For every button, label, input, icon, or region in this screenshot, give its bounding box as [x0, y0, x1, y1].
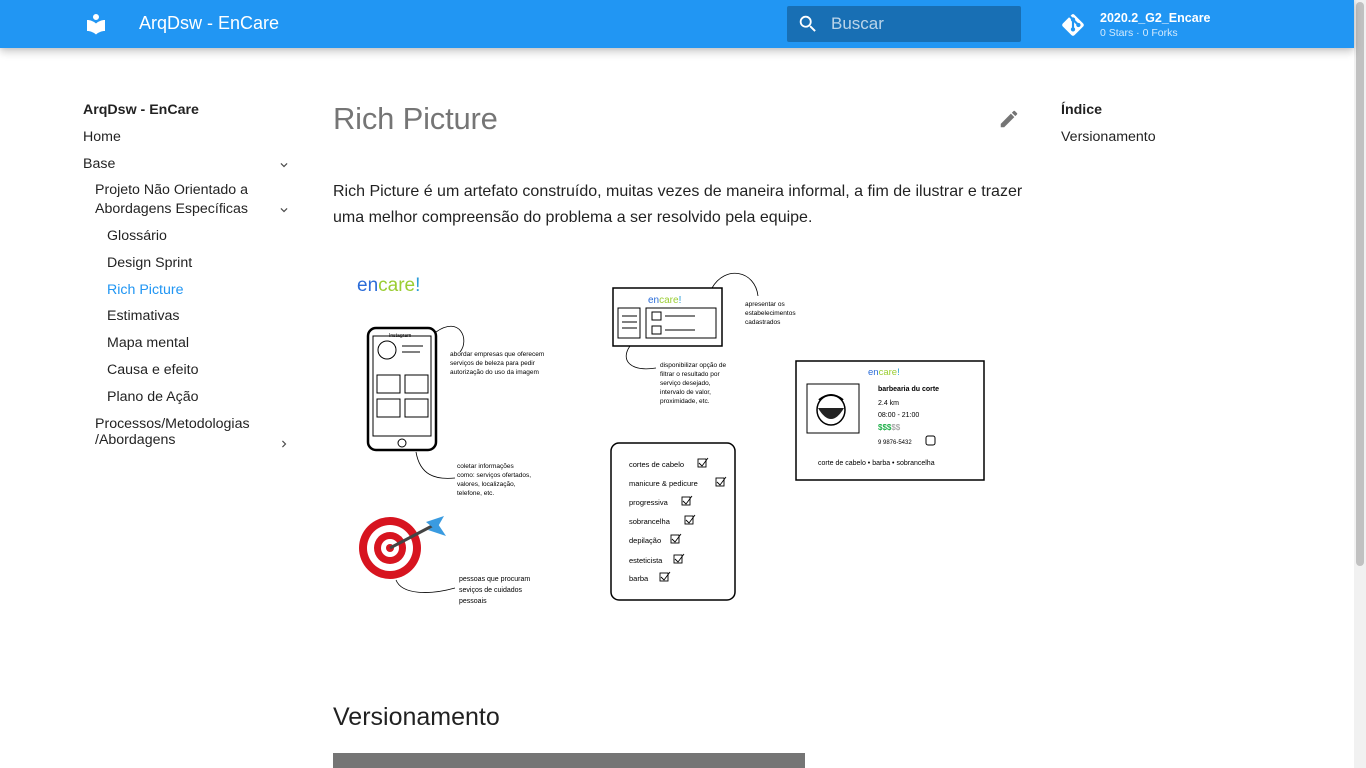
scrollbar-thumb[interactable] — [1356, 2, 1364, 566]
services-checklist-drawing: cortes de cabelo manicure & pedicure pro… — [610, 442, 736, 601]
rich-picture-image: encare! Instagram abordar empresas que o… — [357, 272, 985, 605]
svg-text:encare!: encare! — [648, 295, 681, 306]
chevron-down-icon[interactable] — [277, 203, 291, 217]
note-abordar: abordar empresas que oferecem serviços d… — [450, 351, 546, 376]
toc-title: Índice — [1061, 102, 1102, 118]
nav-item-projeto-line1: Projeto Não Orientado a — [95, 182, 249, 198]
nav-item-base[interactable]: Base — [83, 156, 115, 172]
repo-link[interactable]: 2020.2_G2_Encare 0 Stars · 0 Forks — [1060, 10, 1320, 40]
note-coletar: coletar informações como: serviços ofert… — [457, 463, 533, 497]
nav-item-estimativas[interactable]: Estimativas — [107, 308, 180, 324]
site-title[interactable]: ArqDsw - EnCare — [139, 13, 279, 34]
intro-line-2: uma melhor compreensão do problema a ser… — [333, 209, 813, 226]
note-filtrar: disponibilizar opção de filtrar o result… — [660, 362, 728, 405]
version-table-header — [333, 753, 805, 768]
note-pessoas: pessoas que procuram seviços de cuidados… — [459, 576, 532, 605]
nav-item-rich-picture[interactable]: Rich Picture — [107, 282, 183, 298]
versionamento-heading: Versionamento — [333, 703, 500, 731]
toc-item-versionamento[interactable]: Versionamento — [1061, 129, 1156, 145]
nav-item-plano-acao[interactable]: Plano de Ação — [107, 389, 199, 405]
shop-card-drawing: encare! barbearia du corte 2.4 km 08:00 … — [795, 360, 985, 481]
intro-line-1: Rich Picture é um artefato construído, m… — [333, 183, 1023, 200]
repo-name: 2020.2_G2_Encare — [1100, 11, 1211, 25]
phone-drawing: Instagram — [366, 326, 438, 452]
book-logo-icon[interactable] — [84, 12, 108, 36]
nav-item-causa-efeito[interactable]: Causa e efeito — [107, 362, 199, 378]
svg-text:$$$$$: $$$$$ — [878, 423, 901, 432]
page-title: Rich Picture — [333, 101, 498, 136]
nav-item-design-sprint[interactable]: Design Sprint — [107, 255, 192, 271]
nav-item-projeto-line2: Abordagens Específicas — [95, 201, 249, 217]
git-icon — [1062, 14, 1084, 36]
nav-title: ArqDsw - EnCare — [83, 102, 199, 118]
chevron-down-icon[interactable] — [277, 158, 291, 172]
logo-care: care — [378, 275, 415, 296]
search-box[interactable] — [787, 6, 1021, 42]
repo-facts: 0 Stars · 0 Forks — [1100, 27, 1178, 39]
nav-item-processos-line1: Processos/Metodologias — [95, 416, 250, 432]
page-scrollbar[interactable] — [1354, 0, 1366, 768]
svg-text:9 9876-5432: 9 9876-5432 — [878, 440, 912, 446]
search-input[interactable] — [831, 6, 1011, 42]
svg-text:corte de cabelo • barba • sobr: corte de cabelo • barba • sobrancelha — [818, 460, 935, 467]
note-apresentar: apresentar os estabelecimentos cadastrad… — [745, 301, 797, 326]
nav-item-mapa-mental[interactable]: Mapa mental — [107, 335, 189, 351]
nav-item-processos-line2: /Abordagens — [95, 432, 176, 448]
logo-en: en — [357, 275, 378, 296]
encare-logo: encare! — [357, 275, 420, 296]
phone-label: Instagram — [389, 333, 411, 339]
nav-item-projeto[interactable]: Projeto Não Orientado a Abordagens Espec… — [95, 182, 248, 217]
search-icon — [799, 15, 816, 32]
nav-item-processos[interactable]: Processos/Metodologias /Abordagens — [95, 416, 250, 448]
intro-paragraph: Rich Picture é um artefato construído, m… — [333, 179, 1033, 231]
svg-text:encare!: encare! — [868, 367, 900, 378]
nav-item-glossario[interactable]: Glossário — [107, 228, 167, 244]
chevron-right-icon[interactable] — [277, 437, 291, 451]
target-drawing — [359, 516, 446, 579]
top-header: ArqDsw - EnCare 2020.2_G2_Encare 0 Stars… — [0, 0, 1354, 48]
logo-bang: ! — [415, 275, 420, 296]
nav-item-home[interactable]: Home — [83, 129, 121, 145]
edit-pencil-icon[interactable] — [998, 108, 1020, 130]
listing-screen-drawing: encare! — [612, 287, 723, 347]
